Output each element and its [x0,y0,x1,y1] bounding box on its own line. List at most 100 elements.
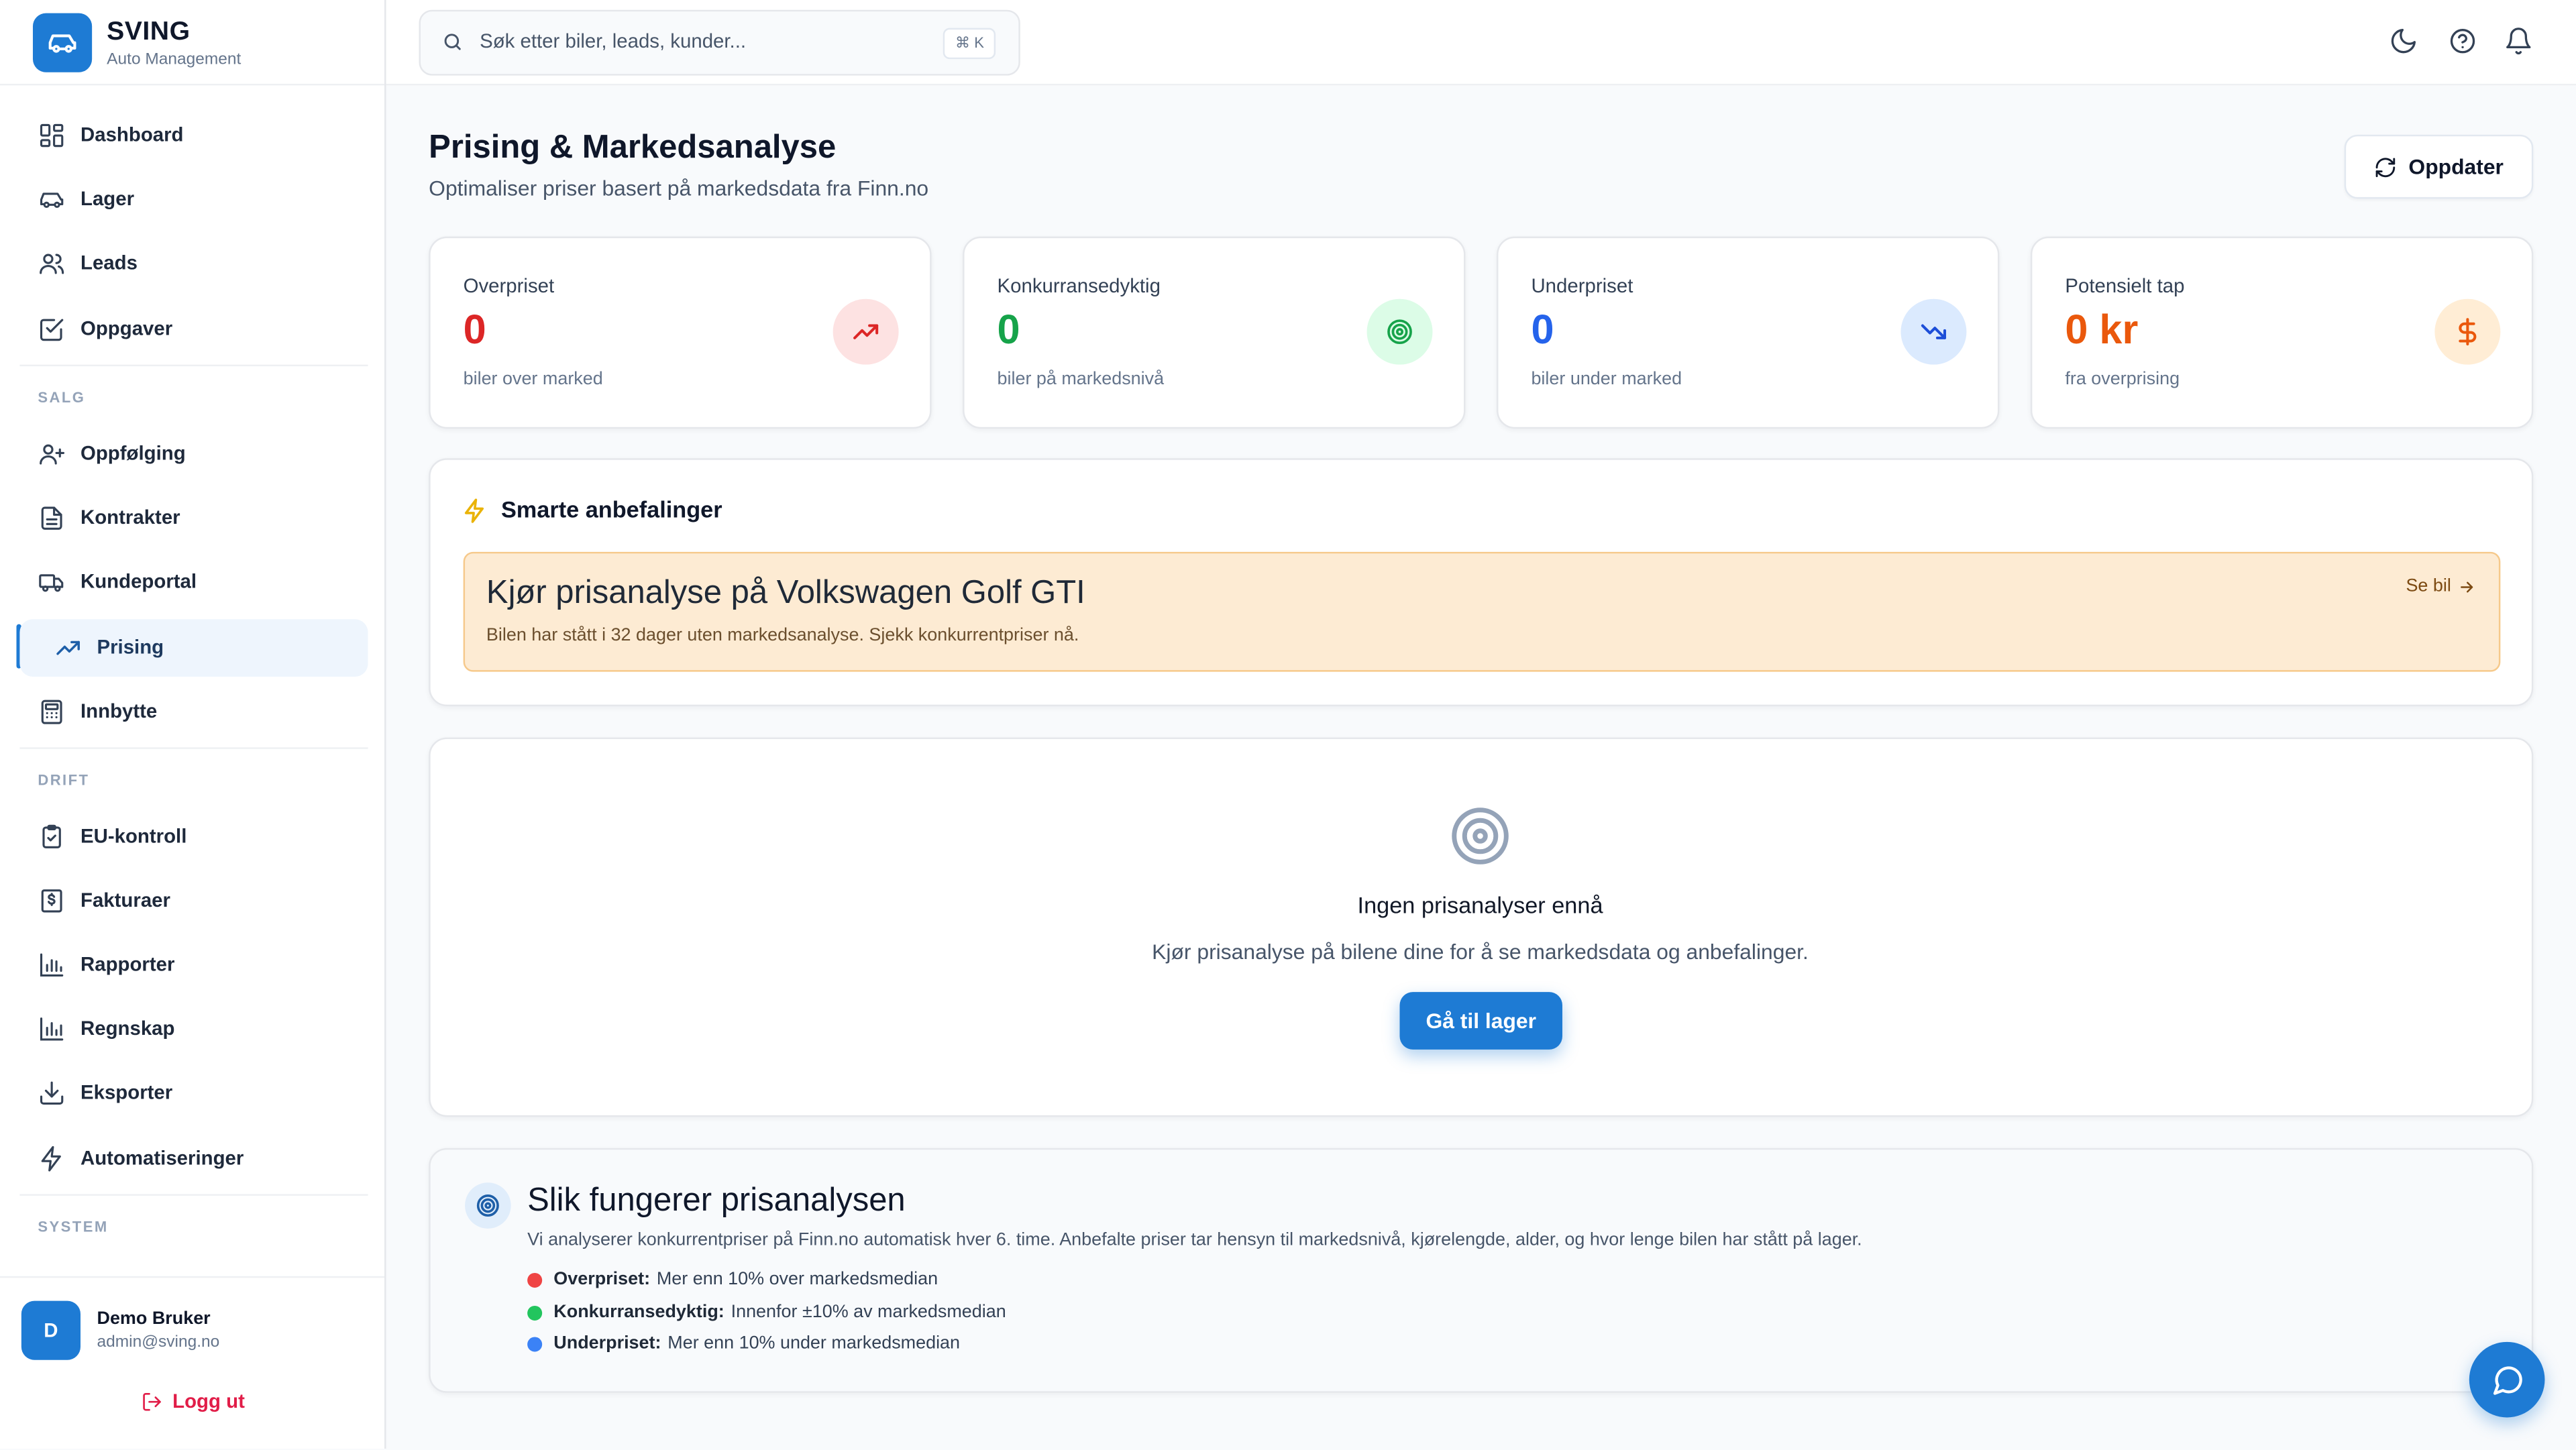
logout-label: Logg ut [172,1389,245,1413]
chat-button[interactable] [2469,1341,2545,1418]
sidebar-item-kontrakter[interactable]: Kontrakter [19,490,368,547]
sidebar-item-dashboard[interactable]: Dashboard [19,107,368,164]
help-icon[interactable] [2448,26,2477,56]
topbar: ⌘ K [386,0,2576,86]
sidebar-item-label: Oppfølging [80,441,186,465]
stat-card-underpriced: Underpriset 0 biler under marked [1497,236,2000,429]
bar-chart-icon [40,953,64,977]
sidebar-item-label: Automatiseringer [80,1146,244,1170]
document-icon [41,506,62,530]
moon-icon[interactable] [2389,26,2418,56]
legend-label: Overpriset: [553,1270,651,1290]
stat-icon-wrap [833,298,899,365]
how-it-works-text: Vi analyserer konkurrentpriser på Finn.n… [527,1230,1862,1250]
sidebar-item-eu-kontroll[interactable]: EU-kontroll [19,808,368,866]
sidebar-item-label: Leads [80,251,138,274]
bell-icon[interactable] [2504,26,2533,56]
legend-item-overpriced: Overpriset: Mer enn 10% over markedsmedi… [527,1270,938,1289]
sidebar-item-label: Fakturaer [80,888,170,912]
target-icon [1387,319,1412,345]
sidebar-item-label: Kontrakter [80,506,180,529]
divider [19,1194,368,1196]
sidebar-item-label: Lager [80,187,135,211]
stat-label: Overpriset [463,274,555,298]
sidebar-item-rapporter[interactable]: Rapporter [19,936,368,994]
stat-value: 0 kr [2065,306,2139,353]
arrow-right-icon [2461,581,2473,592]
legend-dot [527,1304,543,1320]
brand-subtitle: Auto Management [107,50,241,69]
sidebar-item-kundeportal[interactable]: Kundeportal [19,553,368,611]
legend-dot [527,1336,543,1351]
truck-icon [39,574,64,592]
stat-label: Underpriset [1531,274,1633,298]
stat-sub: biler under marked [1531,370,1682,390]
lightning-icon [41,1146,61,1172]
page-subtitle: Optimaliser priser basert på markedsdata… [429,176,929,201]
sidebar-item-eksporter[interactable]: Eksporter [19,1064,368,1122]
sidebar-item-oppgaver[interactable]: Oppgaver [19,300,368,358]
legend-label: Underpriset: [553,1333,661,1353]
clipboard-check-icon [42,824,61,848]
user-email: admin@sving.no [97,1333,220,1352]
sidebar: SVING Auto Management Dashboard Lager Le… [0,0,386,1449]
sidebar-item-label: Kundeportal [80,569,197,594]
calculator-icon [41,700,62,724]
sidebar-item-regnskap[interactable]: Regnskap [19,1000,368,1058]
sidebar-item-leads[interactable]: Leads [19,235,368,292]
sidebar-item-prising[interactable]: Prising [19,619,368,677]
brand: SVING Auto Management [0,0,385,86]
legend-text: Mer enn 10% under markedsmedian [667,1333,961,1353]
sidebar-item-label: Eksporter [80,1080,173,1104]
stat-label: Potensielt tap [2065,274,2185,298]
legend-item-competitive: Konkurransedyktig: Innenfor ±10% av mark… [527,1302,1006,1322]
stat-card-competitive: Konkurransedyktig 0 biler på markedsnivå [963,236,1466,429]
stat-value: 0 [997,306,1020,353]
car-icon [40,192,64,209]
sidebar-item-fakturaer[interactable]: Fakturaer [19,872,368,930]
sidebar-item-label: EU-kontroll [80,824,187,848]
sidebar-item-label: Prising [97,635,164,659]
download-icon [40,1081,64,1105]
sidebar-item-label: Rapporter [80,952,175,976]
user-plus-icon [40,444,65,465]
page-title: Prising & Markedsanalyse [429,129,837,166]
search-icon [444,34,461,50]
empty-state-card [429,737,2534,1117]
sidebar-item-lager[interactable]: Lager [19,171,368,229]
go-to-inventory-button[interactable]: Gå til lager [1399,992,1562,1050]
brand-name: SVING [107,17,191,46]
recommendation-item[interactable]: Kjør prisanalyse på Volkswagen Golf GTI … [463,551,2501,672]
target-icon [1452,807,1509,865]
sidebar-item-automatiseringer[interactable]: Automatiseringer [19,1130,368,1188]
empty-state-title: Ingen prisanalyser ennå [1357,891,1603,918]
stat-sub: fra overprising [2065,370,2180,390]
logout-icon [143,1392,161,1410]
bar-chart-icon [40,1017,64,1041]
logo[interactable] [32,13,93,72]
divider [19,747,368,749]
search-bar[interactable]: ⌘ K [419,9,1020,76]
refresh-label: Oppdater [2408,154,2504,179]
trending-up-icon [853,324,879,339]
avatar[interactable]: D [21,1300,81,1360]
legend-text: Mer enn 10% over markedsmedian [656,1270,938,1290]
empty-state-text: Kjør prisanalyse på bilene dine for å se… [1152,939,1809,964]
see-car-link[interactable]: Se bil [2406,577,2475,596]
stat-icon-wrap [1900,298,1967,365]
stat-label: Konkurransedyktig [997,274,1161,298]
sidebar-item-label: Regnskap [80,1016,175,1040]
sidebar-item-oppfolging[interactable]: Oppfølging [19,425,368,483]
lightning-icon [464,498,484,523]
sidebar-item-innbytte[interactable]: Innbytte [19,683,368,741]
see-car-label: Se bil [2406,576,2451,596]
section-label-salg: SALG [38,389,86,406]
legend-text: Innenfor ±10% av markedsmedian [731,1302,1006,1323]
refresh-button[interactable]: Oppdater [2344,134,2534,199]
search-input[interactable] [480,26,907,56]
logout-button[interactable]: Logg ut [142,1390,245,1412]
search-shortcut: ⌘ K [943,27,996,60]
divider [19,364,368,367]
chat-icon [2492,1365,2522,1394]
invoice-icon [41,889,62,913]
